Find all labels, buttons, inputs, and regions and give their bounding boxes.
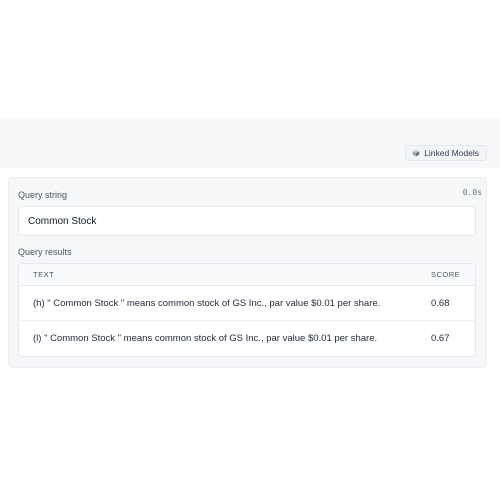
- linked-models-label: Linked Models: [424, 148, 479, 158]
- query-string-label: Query string: [18, 190, 68, 200]
- result-score: 0.68: [431, 297, 450, 309]
- result-score: 0.67: [431, 333, 450, 344]
- result-text: (l) " Common Stock " means common stock …: [33, 333, 378, 344]
- column-header-text[interactable]: TEXT: [19, 270, 431, 279]
- query-input[interactable]: [18, 206, 476, 236]
- result-text: (h) " Common Stock " means common stock …: [33, 297, 381, 309]
- table-row[interactable]: (l) " Common Stock " means common stock …: [19, 321, 475, 356]
- column-header-score[interactable]: SCORE: [431, 270, 475, 279]
- table-header: TEXT SCORE: [19, 264, 475, 286]
- query-results-label: Query results: [18, 247, 72, 257]
- results-table: TEXT SCORE (h) " Common Stock " means co…: [18, 263, 476, 357]
- query-timing: 0.0s: [462, 188, 482, 197]
- table-row[interactable]: (h) " Common Stock " means common stock …: [19, 286, 475, 321]
- cube-icon: [412, 149, 420, 157]
- linked-models-button[interactable]: Linked Models: [405, 145, 487, 161]
